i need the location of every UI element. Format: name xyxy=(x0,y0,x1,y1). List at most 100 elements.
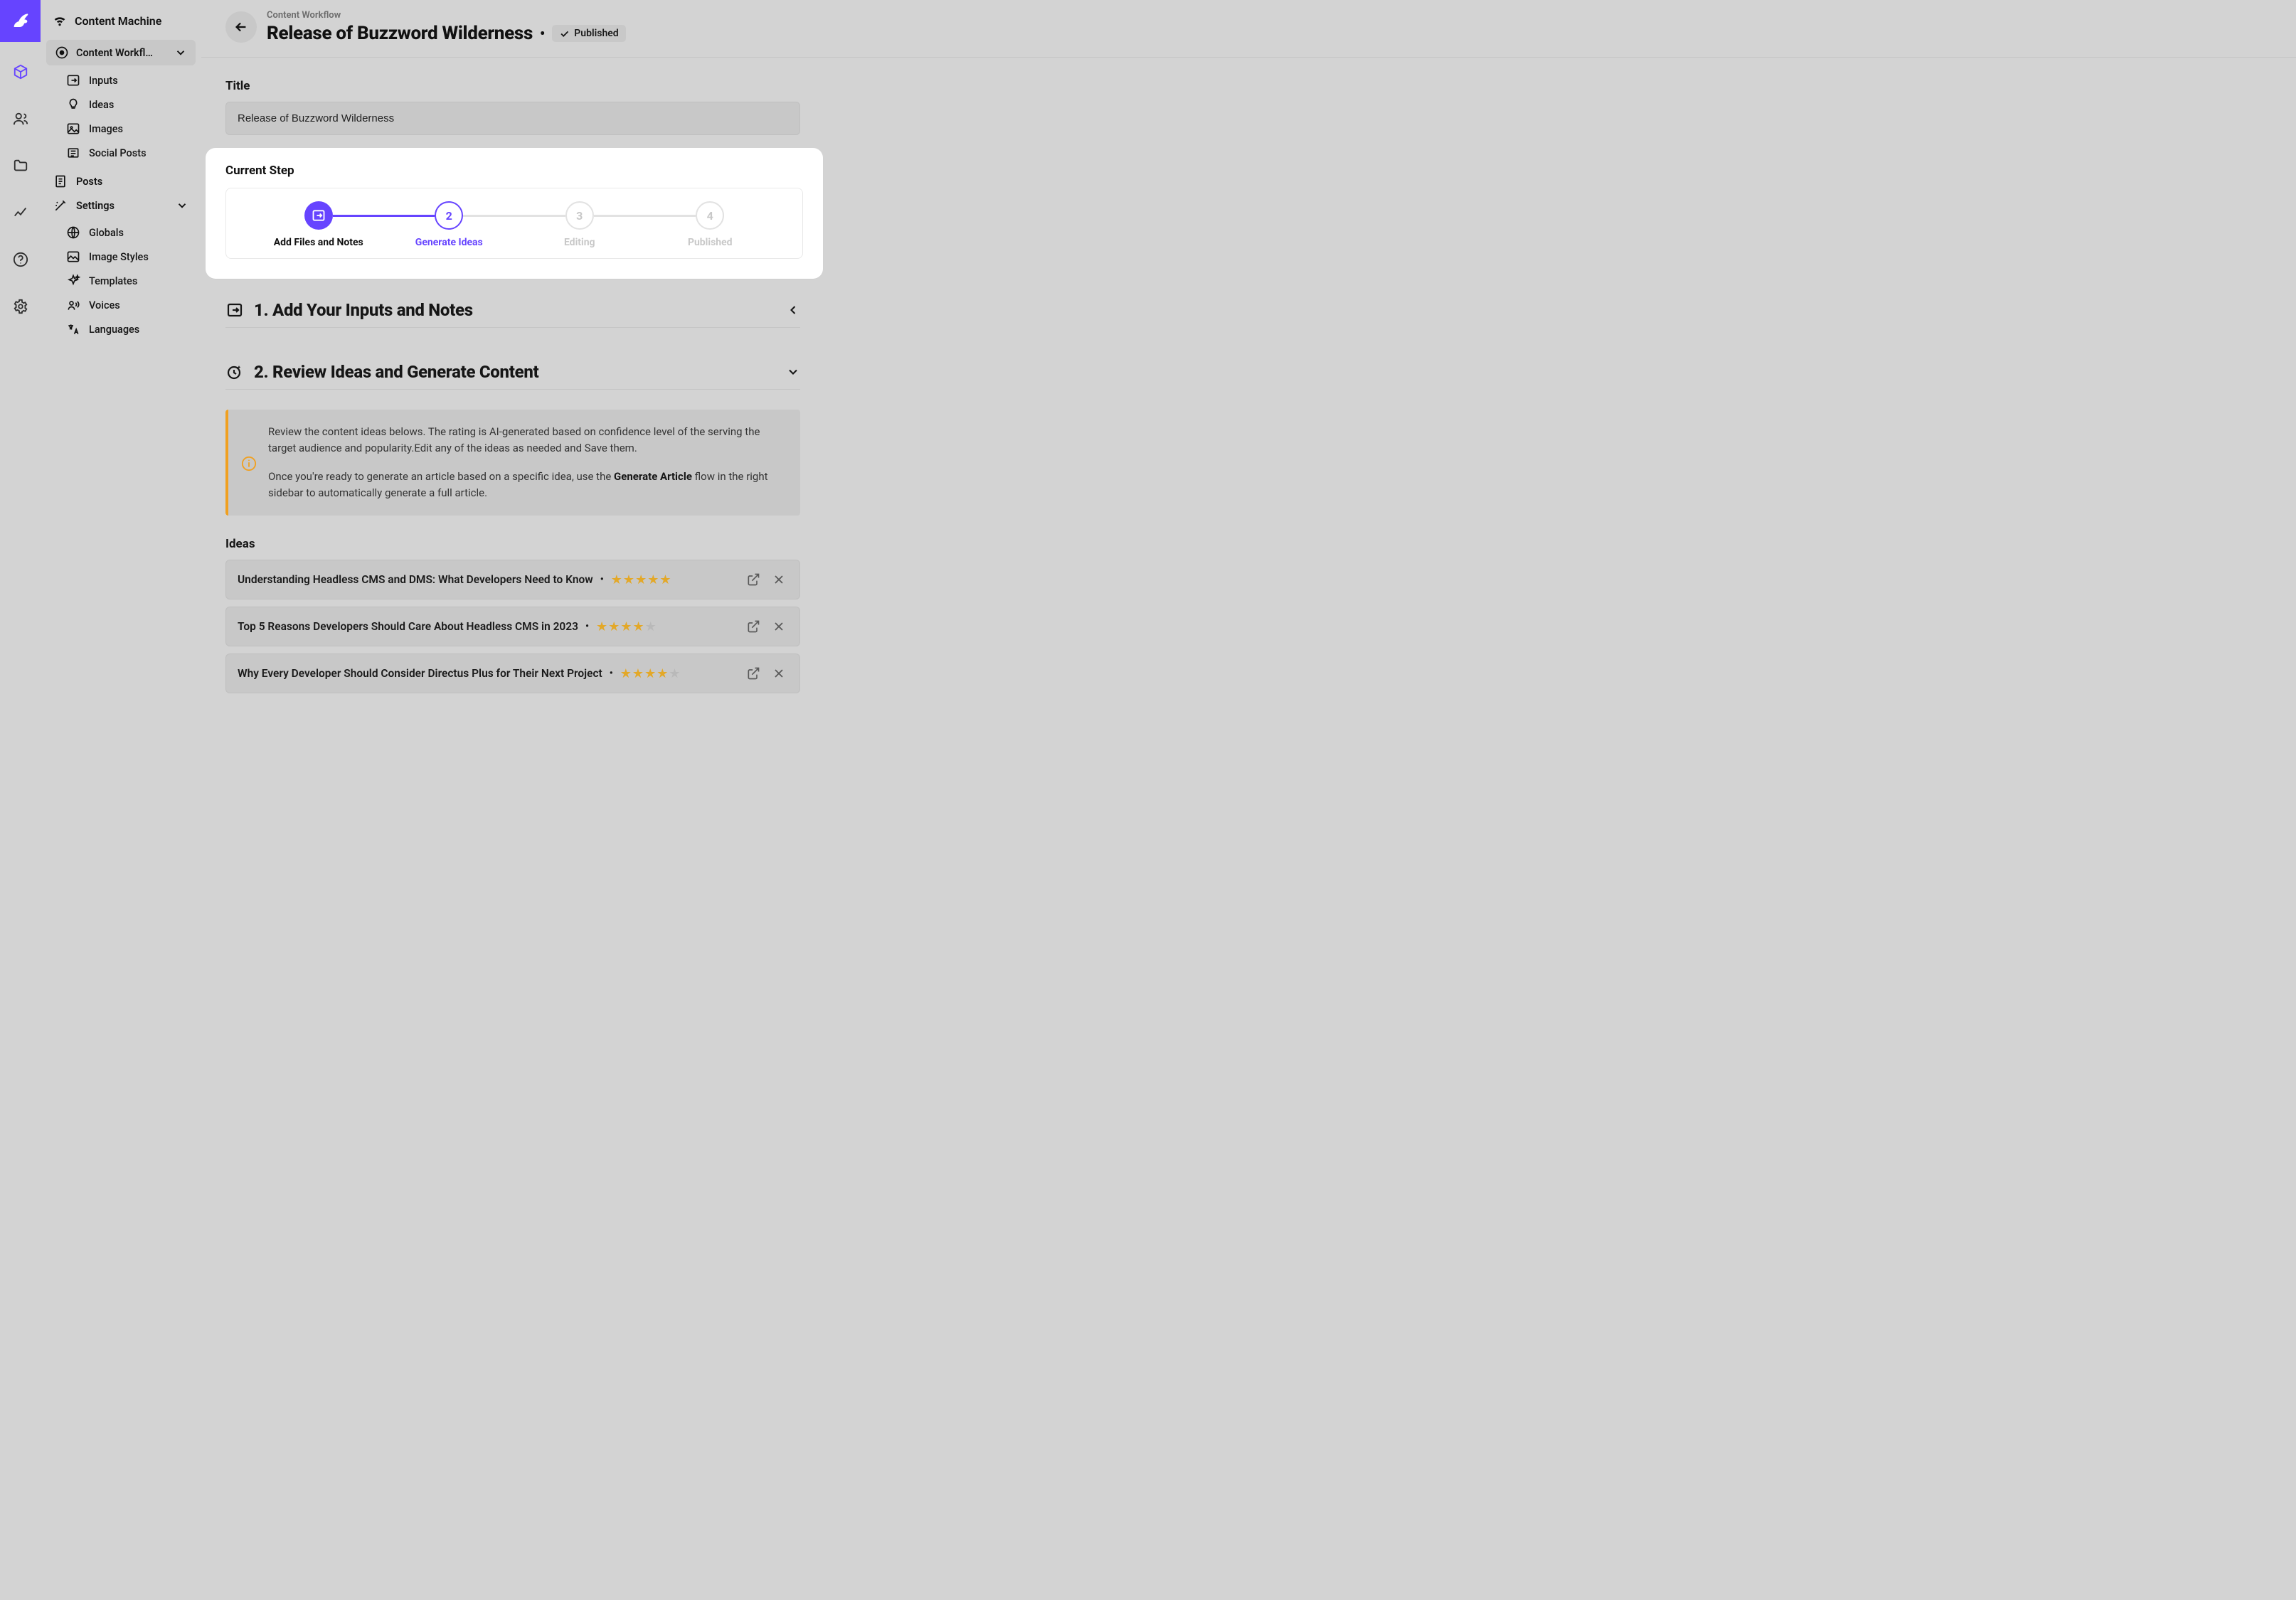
open-idea-button[interactable] xyxy=(744,570,762,589)
step-2[interactable]: 2 Generate Ideas xyxy=(384,201,515,248)
remove-idea-button[interactable] xyxy=(770,570,788,589)
close-icon xyxy=(772,619,786,634)
back-button[interactable] xyxy=(225,11,257,43)
nav-item-voices[interactable]: Voices xyxy=(46,293,196,317)
nav-item-image-styles[interactable]: Image Styles xyxy=(46,245,196,269)
nav-item-posts[interactable]: Posts xyxy=(46,169,196,193)
wifi-icon xyxy=(52,13,68,28)
star-icon: ★ xyxy=(659,572,671,587)
step-connector xyxy=(463,215,565,217)
rail-item-settings[interactable] xyxy=(4,289,38,324)
step-connector xyxy=(333,215,435,217)
folder-icon xyxy=(13,158,28,174)
close-icon xyxy=(772,666,786,681)
external-link-icon xyxy=(746,572,760,587)
wand-icon xyxy=(53,198,68,213)
star-icon: ★ xyxy=(623,572,634,587)
title-input[interactable] xyxy=(225,102,800,135)
section-1-header[interactable]: 1. Add Your Inputs and Notes xyxy=(225,287,800,328)
star-icon: ★ xyxy=(644,666,656,681)
step-connector xyxy=(594,215,696,217)
chevron-down-icon xyxy=(786,365,800,379)
star-icon: ★ xyxy=(647,572,659,587)
main-scroll[interactable]: Content Workflow Release of Buzzword Wil… xyxy=(201,0,2296,1600)
idea-card[interactable]: Top 5 Reasons Developers Should Care Abo… xyxy=(225,607,800,646)
breadcrumb[interactable]: Content Workflow xyxy=(267,10,626,21)
idea-rating: ★★★★★ xyxy=(596,619,657,634)
chevron-down-icon xyxy=(176,199,188,212)
star-icon: ★ xyxy=(669,666,680,681)
image-style-icon xyxy=(66,250,80,264)
remove-idea-button[interactable] xyxy=(770,617,788,636)
nav-item-label: Ideas xyxy=(89,99,114,111)
nav-item-social-posts[interactable]: Social Posts xyxy=(46,141,196,165)
input-icon xyxy=(225,302,244,319)
brand-logo[interactable] xyxy=(0,0,41,42)
help-icon xyxy=(13,252,28,267)
nav-item-settings[interactable]: Settings xyxy=(46,193,196,218)
open-idea-button[interactable] xyxy=(744,617,762,636)
star-icon: ★ xyxy=(620,666,632,681)
idea-separator: • xyxy=(610,668,613,679)
nav-item-label: Settings xyxy=(76,200,115,212)
chevron-left-icon xyxy=(786,303,800,317)
nav-group-content-workflow[interactable]: Content Workfl… xyxy=(46,40,196,65)
idea-separator: • xyxy=(600,574,604,585)
step-4[interactable]: 4 Published xyxy=(645,201,776,248)
nav-item-images[interactable]: Images xyxy=(46,117,196,141)
remove-idea-button[interactable] xyxy=(770,664,788,683)
rail-item-content[interactable] xyxy=(4,55,38,89)
rail-item-users[interactable] xyxy=(4,102,38,136)
title-separator: • xyxy=(540,25,545,42)
section-2-header[interactable]: 2. Review Ideas and Generate Content xyxy=(225,349,800,390)
nav-item-templates[interactable]: Templates xyxy=(46,269,196,293)
step-number: 2 xyxy=(435,201,463,230)
current-step-card: Current Step Add Files and Notes 2 Gener… xyxy=(206,148,823,279)
status-badge-label: Published xyxy=(574,28,618,39)
callout-body: Review the content ideas belows. The rat… xyxy=(268,424,786,501)
idea-card[interactable]: Why Every Developer Should Consider Dire… xyxy=(225,654,800,693)
header-divider xyxy=(201,57,2296,58)
section-2-title: 2. Review Ideas and Generate Content xyxy=(254,362,776,382)
stepper: Add Files and Notes 2 Generate Ideas 3 E… xyxy=(225,188,803,259)
nav-item-languages[interactable]: Languages xyxy=(46,317,196,341)
nav-item-label: Image Styles xyxy=(89,251,149,263)
users-icon xyxy=(13,111,28,127)
star-icon: ★ xyxy=(657,666,668,681)
title-row: Release of Buzzword Wilderness • Publish… xyxy=(267,23,626,44)
nav-item-label: Templates xyxy=(89,275,137,287)
rail-item-files[interactable] xyxy=(4,149,38,183)
posts-icon xyxy=(53,174,68,188)
icon-rail xyxy=(0,0,41,1600)
callout-text: Once you're ready to generate an article… xyxy=(268,470,614,483)
sidebar: Content Machine Content Workfl… Inputs I… xyxy=(41,0,201,1600)
idea-rating: ★★★★★ xyxy=(620,666,681,681)
idea-card[interactable]: Understanding Headless CMS and DMS: What… xyxy=(225,560,800,599)
star-icon: ★ xyxy=(611,572,622,587)
workflow-icon xyxy=(55,46,69,60)
callout-bold: Generate Article xyxy=(614,470,692,483)
open-idea-button[interactable] xyxy=(744,664,762,683)
nav-children-settings: Globals Image Styles Templates Voices La… xyxy=(46,218,196,346)
sidebar-header: Content Machine xyxy=(46,6,196,40)
close-icon xyxy=(772,572,786,587)
rail-item-help[interactable] xyxy=(4,242,38,277)
language-icon xyxy=(66,322,80,336)
ideas-list: Understanding Headless CMS and DMS: What… xyxy=(225,560,2272,693)
step-label: Editing xyxy=(564,237,595,248)
nav-item-label: Social Posts xyxy=(89,147,147,159)
nav-item-ideas[interactable]: Ideas xyxy=(46,92,196,117)
rail-item-insights[interactable] xyxy=(4,196,38,230)
step-1[interactable]: Add Files and Notes xyxy=(253,201,384,248)
nav-item-globals[interactable]: Globals xyxy=(46,220,196,245)
step-3[interactable]: 3 Editing xyxy=(514,201,645,248)
globe-icon xyxy=(66,225,80,240)
post-icon xyxy=(66,146,80,160)
settings-gear-icon xyxy=(13,299,28,314)
step-number: 4 xyxy=(696,201,724,230)
chevron-down-icon xyxy=(174,46,187,59)
nav-item-inputs[interactable]: Inputs xyxy=(46,68,196,92)
section-1-title: 1. Add Your Inputs and Notes xyxy=(254,300,776,320)
rabbit-icon xyxy=(9,10,32,33)
check-icon xyxy=(559,28,570,39)
